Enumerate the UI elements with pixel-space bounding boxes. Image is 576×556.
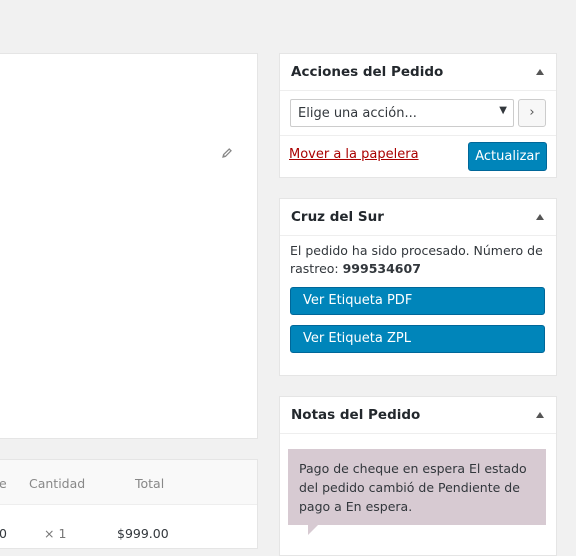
- caret-down-icon: ▼: [499, 105, 507, 116]
- panel-header[interactable]: Notas del Pedido: [280, 397, 556, 434]
- divider: [280, 135, 556, 136]
- note-tail: [308, 525, 318, 535]
- select-value: Elige una acción...: [298, 106, 417, 121]
- column-header-cost: e: [0, 476, 7, 491]
- chevron-up-icon[interactable]: [536, 214, 544, 220]
- panel-title: Acciones del Pedido: [291, 64, 444, 80]
- update-button[interactable]: Actualizar: [468, 142, 547, 171]
- view-label-zpl-button[interactable]: Ver Etiqueta ZPL: [290, 325, 545, 353]
- view-label-pdf-button[interactable]: Ver Etiqueta PDF: [290, 287, 545, 315]
- order-details-box: [0, 53, 258, 439]
- order-items-table: e Cantidad Total 0 × 1 $999.00: [0, 459, 258, 549]
- column-header-quantity: Cantidad: [29, 476, 86, 491]
- order-action-select[interactable]: Elige una acción... ▼: [290, 99, 514, 127]
- tracking-number: 999534607: [342, 261, 421, 276]
- order-note: Pago de cheque en espera El estado del p…: [288, 449, 546, 525]
- shipping-status-text: El pedido ha sido procesado. Número de r…: [290, 242, 545, 278]
- chevron-up-icon[interactable]: [536, 69, 544, 75]
- panel-header[interactable]: Cruz del Sur: [280, 199, 556, 236]
- chevron-up-icon[interactable]: [536, 412, 544, 418]
- panel-title: Cruz del Sur: [291, 209, 384, 225]
- column-header-total: Total: [135, 476, 165, 491]
- panel-header[interactable]: Acciones del Pedido: [280, 54, 556, 91]
- apply-action-button[interactable]: ›: [518, 99, 546, 127]
- items-table-header: e Cantidad Total: [0, 460, 257, 505]
- panel-title: Notas del Pedido: [291, 407, 421, 423]
- move-to-trash-link[interactable]: Mover a la papelera: [289, 147, 419, 162]
- pencil-icon[interactable]: [221, 147, 233, 159]
